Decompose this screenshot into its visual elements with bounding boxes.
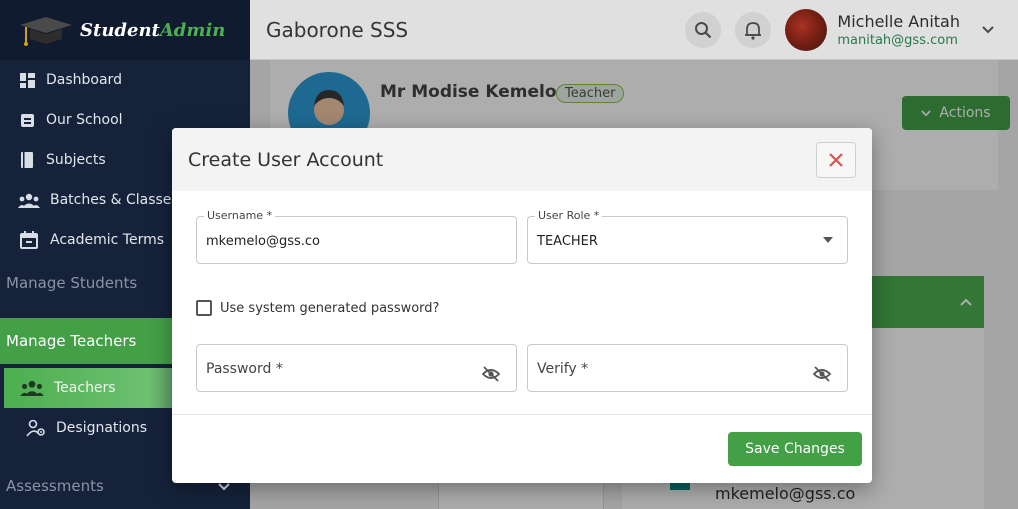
brand[interactable]: StudentAdmin <box>0 0 250 60</box>
dashboard-icon <box>18 71 36 89</box>
username-field[interactable]: Username * mkemelo@gss.co <box>196 209 517 264</box>
password-field[interactable]: Password * <box>196 344 517 392</box>
save-changes-button[interactable]: Save Changes <box>728 432 862 466</box>
sidebar-item-label: Our School <box>46 112 123 128</box>
system-password-label: Use system generated password? <box>220 300 440 316</box>
brand-part1: Student <box>80 19 160 41</box>
section-assessments-label: Assessments <box>6 477 104 495</box>
create-user-modal: Create User Account Username * mkemelo@g… <box>172 128 872 483</box>
brand-part2: Admin <box>159 19 226 41</box>
sidebar-sub-label: Teachers <box>54 380 116 396</box>
close-button[interactable] <box>816 142 856 178</box>
verify-placeholder: Verify * <box>537 361 589 377</box>
eye-off-icon[interactable] <box>482 366 500 382</box>
sidebar-item-label: Dashboard <box>46 72 122 88</box>
system-password-option[interactable]: Use system generated password? <box>196 300 439 316</box>
book-icon <box>18 151 36 169</box>
system-password-checkbox[interactable] <box>196 300 212 316</box>
sidebar-item-dashboard[interactable]: Dashboard <box>0 60 250 100</box>
user-role-value: TEACHER <box>537 234 598 249</box>
username-value: mkemelo@gss.co <box>206 234 320 249</box>
people-icon <box>20 380 44 396</box>
sidebar-item-label: Subjects <box>46 152 106 168</box>
calendar-icon <box>18 231 40 249</box>
eye-off-icon[interactable] <box>813 366 831 382</box>
modal-backdrop-top[interactable] <box>250 0 1018 60</box>
sidebar-item-label: Academic Terms <box>50 232 165 248</box>
graduation-cap-icon <box>16 13 74 47</box>
modal-title: Create User Account <box>188 148 384 171</box>
person-gear-icon <box>26 419 46 437</box>
sidebar-item-label: Batches & Classes <box>50 192 179 208</box>
modal-header: Create User Account <box>172 128 872 191</box>
close-icon <box>829 153 843 167</box>
school-icon <box>18 111 36 129</box>
modal-divider <box>172 414 872 415</box>
user-role-label: User Role * <box>535 209 603 222</box>
username-label: Username * <box>204 209 276 222</box>
brand-name: StudentAdmin <box>80 20 225 41</box>
verify-password-field[interactable]: Verify * <box>527 344 848 392</box>
dropdown-arrow-icon <box>823 237 833 243</box>
sidebar-sub-label: Designations <box>56 420 148 436</box>
user-role-select[interactable]: User Role * TEACHER <box>527 209 848 264</box>
password-placeholder: Password * <box>206 361 283 377</box>
people-icon <box>18 191 40 209</box>
